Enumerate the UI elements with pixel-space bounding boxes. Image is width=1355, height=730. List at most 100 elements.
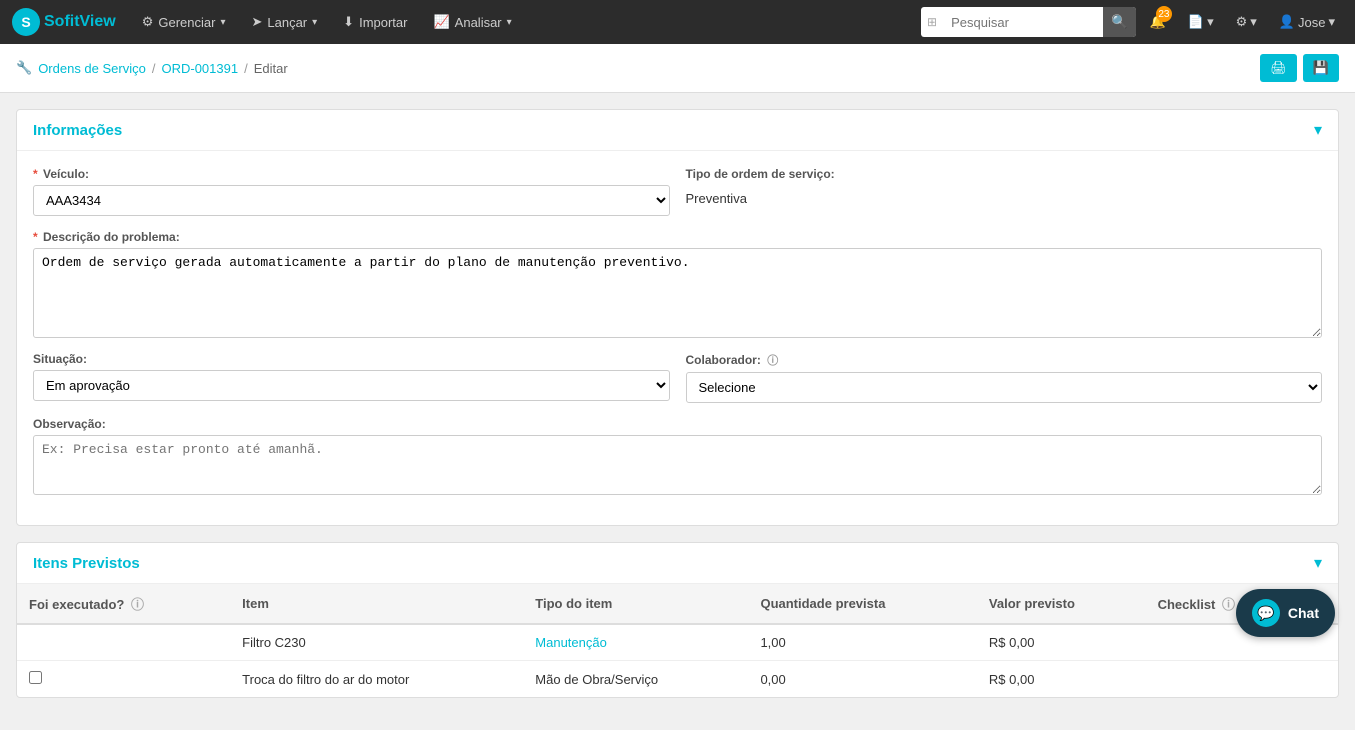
nav-analisar[interactable]: 📈 Analisar ▾ (423, 0, 521, 44)
import-icon: ⬇ (343, 14, 354, 30)
breadcrumb-link-orders[interactable]: Ordens de Serviço (38, 61, 146, 76)
row1-valor: R$ 0,00 (977, 624, 1146, 661)
logo-text: SofitView (44, 13, 116, 31)
table-row: Troca do filtro do ar do motor Mão de Ob… (17, 661, 1338, 698)
search-button[interactable]: 🔍 (1103, 7, 1136, 37)
situacao-group: Situação: Em aprovaçãoAbertaFechadaCance… (33, 352, 670, 403)
informacoes-body: * Veículo: AAA3434 Tipo de ordem de serv… (17, 151, 1338, 525)
form-row-descricao: * Descrição do problema: Ordem de serviç… (33, 230, 1322, 338)
itens-previstos-header: Itens Previstos ▾ (17, 543, 1338, 584)
row2-executado (17, 661, 230, 698)
breadcrumb-link-order-id[interactable]: ORD-001391 (161, 61, 238, 76)
chevron-down-icon: ▾ (1250, 14, 1257, 30)
form-row-observacao: Observação: (33, 417, 1322, 495)
col-executado: Foi executado? ⓘ (17, 584, 230, 624)
form-row-veiculo: * Veículo: AAA3434 Tipo de ordem de serv… (33, 167, 1322, 216)
breadcrumb: 🔧 Ordens de Serviço / ORD-001391 / Edita… (16, 60, 288, 76)
chat-label: Chat (1288, 605, 1319, 621)
descricao-textarea[interactable]: Ordem de serviço gerada automaticamente … (33, 248, 1322, 338)
situacao-select[interactable]: Em aprovaçãoAbertaFechadaCancelada (33, 370, 670, 401)
chevron-down-icon: ▾ (1207, 14, 1214, 30)
chevron-down-icon: ▾ (312, 17, 317, 28)
chat-icon: 💬 (1252, 599, 1280, 627)
itens-table-body: Filtro C230 Manutenção 1,00 R$ 0,00 Troc… (17, 624, 1338, 697)
row1-executado (17, 624, 230, 661)
breadcrumb-current: Editar (254, 61, 288, 76)
collapse-informacoes-icon[interactable]: ▾ (1314, 120, 1322, 140)
nav-importar[interactable]: ⬇ Importar (333, 0, 417, 44)
veiculo-group: * Veículo: AAA3434 (33, 167, 670, 216)
table-header: Foi executado? ⓘ Item Tipo do item Quant… (17, 584, 1338, 624)
chat-bubble-icon: 💬 (1257, 605, 1274, 622)
save-button[interactable]: 💾 (1303, 54, 1339, 82)
informacoes-section: Informações ▾ * Veículo: AAA3434 Tipo de… (16, 109, 1339, 526)
row2-valor: R$ 0,00 (977, 661, 1146, 698)
app-logo[interactable]: S SofitView (12, 8, 116, 36)
itens-previstos-section: Itens Previstos ▾ Foi executado? ⓘ Item … (16, 542, 1339, 698)
breadcrumb-separator: / (152, 61, 156, 76)
file-icon: 📄 (1188, 14, 1204, 30)
main-content: Informações ▾ * Veículo: AAA3434 Tipo de… (0, 93, 1355, 730)
veiculo-select[interactable]: AAA3434 (33, 185, 670, 216)
breadcrumb-separator2: / (244, 61, 248, 76)
tipo-group: Tipo de ordem de serviço: Preventiva (686, 167, 1323, 216)
colaborador-info-icon: ⓘ (767, 355, 778, 367)
chart-icon: 📈 (433, 14, 449, 30)
situacao-label: Situação: (33, 352, 670, 366)
observacao-textarea[interactable] (33, 435, 1322, 495)
table-icon: ⊞ (921, 15, 943, 29)
colaborador-group: Colaborador: ⓘ Selecione (686, 352, 1323, 403)
notification-badge: 23 (1156, 6, 1172, 22)
col-valor: Valor previsto (977, 584, 1146, 624)
user-icon: 👤 (1279, 14, 1295, 30)
col-quantidade: Quantidade prevista (748, 584, 976, 624)
observacao-label: Observação: (33, 417, 1322, 431)
row2-action (1301, 661, 1338, 698)
veiculo-label: * Veículo: (33, 167, 670, 181)
row2-quantidade: 0,00 (748, 661, 976, 698)
chevron-down-icon: ▾ (507, 17, 512, 28)
tipo-value: Preventiva (686, 185, 1323, 206)
service-order-icon: 🔧 (16, 60, 32, 76)
printer-icon: 🖨 (1270, 60, 1287, 75)
colaborador-select[interactable]: Selecione (686, 372, 1323, 403)
row1-quantidade: 1,00 (748, 624, 976, 661)
top-navigation: S SofitView ⚙ Gerenciar ▾ ➤ Lançar ▾ ⬇ I… (0, 0, 1355, 44)
form-row-situacao: Situação: Em aprovaçãoAbertaFechadaCance… (33, 352, 1322, 403)
settings-icon: ⚙ (1236, 14, 1248, 30)
launch-icon: ➤ (251, 14, 262, 30)
logo-icon: S (12, 8, 40, 36)
row2-checklist (1146, 661, 1302, 698)
checklist-info-icon: ⓘ (1222, 597, 1235, 612)
notifications-button[interactable]: 🔔 23 (1142, 0, 1174, 44)
print-button[interactable]: 🖨 (1260, 54, 1297, 82)
gear-icon: ⚙ (142, 14, 154, 30)
tipo-label: Tipo de ordem de serviço: (686, 167, 1323, 181)
nav-lancar[interactable]: ➤ Lançar ▾ (241, 0, 327, 44)
collapse-itens-icon[interactable]: ▾ (1314, 553, 1322, 573)
chevron-down-icon: ▾ (1328, 14, 1335, 30)
row2-executado-checkbox[interactable] (29, 671, 42, 684)
breadcrumb-bar: 🔧 Ordens de Serviço / ORD-001391 / Edita… (0, 44, 1355, 93)
chat-button[interactable]: 💬 Chat (1236, 589, 1335, 637)
row2-tipo: Mão de Obra/Serviço (523, 661, 748, 698)
itens-previstos-title: Itens Previstos (33, 555, 140, 572)
executado-info-icon: ⓘ (131, 597, 144, 612)
breadcrumb-actions: 🖨 💾 (1260, 54, 1339, 82)
settings-button[interactable]: ⚙ ▾ (1228, 0, 1265, 44)
row2-item: Troca do filtro do ar do motor (230, 661, 523, 698)
chevron-down-icon: ▾ (220, 17, 225, 28)
descricao-group: * Descrição do problema: Ordem de serviç… (33, 230, 1322, 338)
informacoes-header: Informações ▾ (17, 110, 1338, 151)
col-item: Item (230, 584, 523, 624)
files-button[interactable]: 📄 ▾ (1180, 0, 1222, 44)
col-tipo: Tipo do item (523, 584, 748, 624)
itens-table-container: Foi executado? ⓘ Item Tipo do item Quant… (17, 584, 1338, 697)
search-bar: ⊞ 🔍 (921, 7, 1136, 37)
row1-item: Filtro C230 (230, 624, 523, 661)
save-icon: 💾 (1313, 60, 1329, 75)
nav-gerenciar[interactable]: ⚙ Gerenciar ▾ (132, 0, 236, 44)
search-input[interactable] (943, 15, 1103, 30)
table-row: Filtro C230 Manutenção 1,00 R$ 0,00 (17, 624, 1338, 661)
user-menu-button[interactable]: 👤 Jose ▾ (1271, 0, 1343, 44)
